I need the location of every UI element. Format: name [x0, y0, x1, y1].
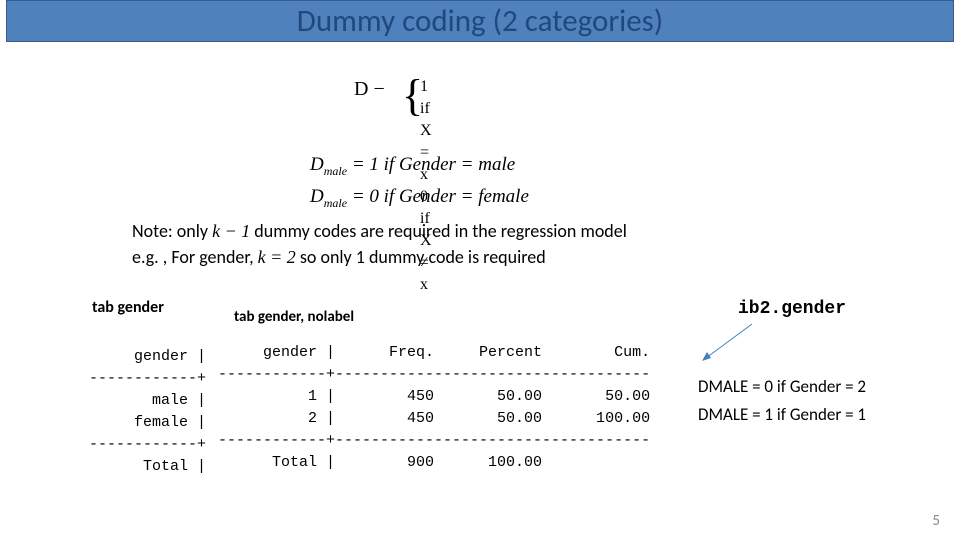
stata-output-labels: gender | ------------+ male | female | -… [89, 346, 206, 478]
formula-lhs: D − [354, 78, 385, 100]
dmale-rule-1: DMALE = 0 if Gender = 2 [698, 376, 866, 397]
slide-number: 5 [932, 512, 940, 530]
stata-output-nolabel: gender | Freq. Percent Cum. ------------… [218, 342, 650, 474]
factor-variable-code: ib2.gender [738, 299, 846, 319]
dmale-rule-2: DMALE = 1 if Gender = 1 [698, 404, 866, 425]
note-line1: Note: only k − 1 dummy codes are require… [132, 218, 627, 244]
piecewise-definition: D − { 1 if X = x 0 if X ≠ x [354, 78, 385, 101]
gender-eq-line2: Dmale = 0 if Gender = female [310, 184, 529, 216]
note-text: Note: only k − 1 dummy codes are require… [132, 218, 627, 270]
slide-title: Dummy coding (2 categories) [297, 2, 663, 40]
arrow-icon [696, 320, 760, 364]
stata-cmd-tab-gender: tab gender [92, 298, 164, 317]
gender-eq-line1: Dmale = 1 if Gender = male [310, 152, 529, 184]
gender-dummy-equations: Dmale = 1 if Gender = male Dmale = 0 if … [310, 152, 529, 216]
stata-cmd-tab-gender-nolabel: tab gender, nolabel [234, 308, 354, 326]
note-line2: e.g. , For gender, k = 2 so only 1 dummy… [132, 244, 627, 270]
slide-title-bar: Dummy coding (2 categories) [6, 0, 954, 42]
